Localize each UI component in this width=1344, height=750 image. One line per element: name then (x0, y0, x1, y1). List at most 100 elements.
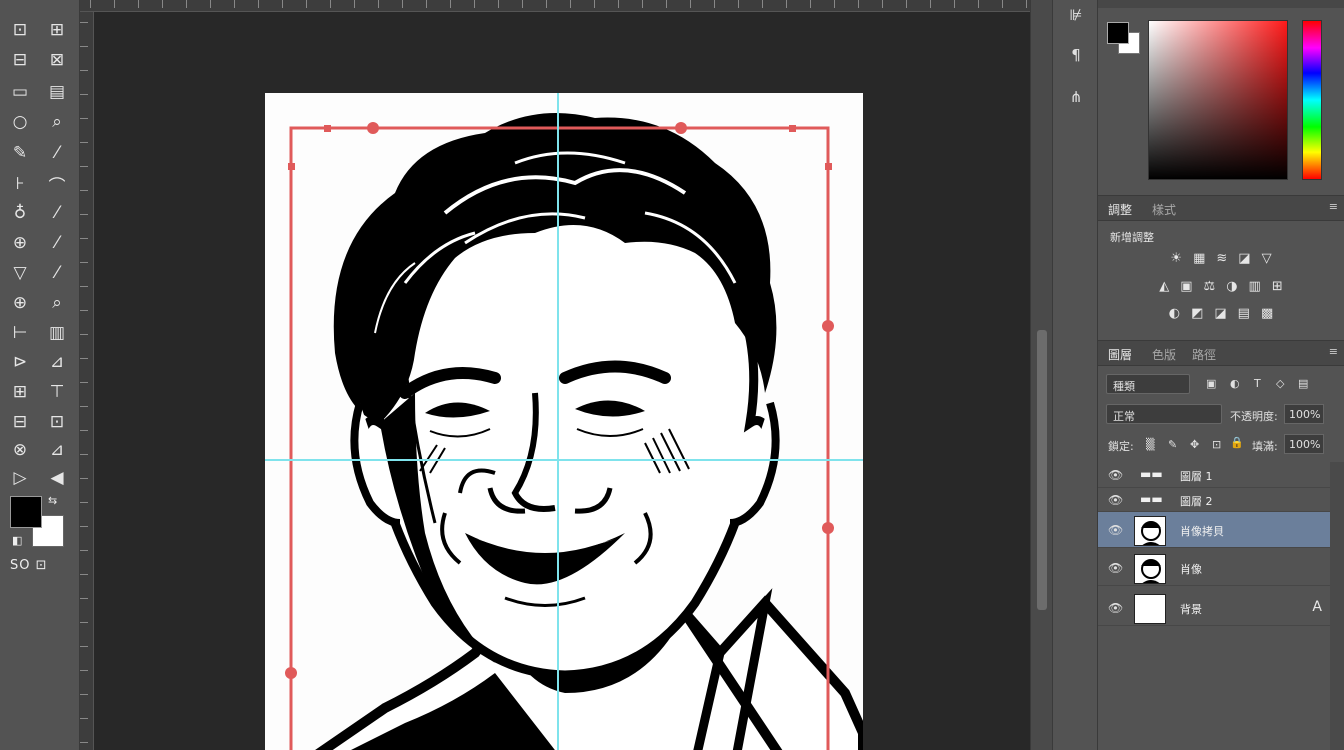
channel-mixer-icon[interactable]: ▥ (1249, 279, 1261, 294)
eyedropper-icon[interactable]: ✎ (5, 141, 35, 165)
selective-color-icon[interactable]: ▩ (1261, 306, 1273, 321)
hand-tool-icon[interactable]: ⊞ (5, 380, 35, 404)
type-tool-icon[interactable]: ▥ (42, 321, 72, 345)
default-colors-icon[interactable]: ◧ (12, 534, 22, 547)
brush-settings-icon[interactable]: ⋔ (1060, 82, 1092, 112)
quick-mask-icon[interactable]: ◀ (42, 466, 72, 490)
quick-select-icon[interactable]: ⌕ (42, 110, 72, 134)
tab-adjustments[interactable]: 調整 (1108, 201, 1132, 218)
color-lookup-icon[interactable]: ⊞ (1272, 279, 1283, 294)
lock-transparent-icon[interactable]: ▒ (1146, 438, 1154, 451)
move-tool-icon[interactable]: ⊡ (5, 18, 35, 42)
canvas-area[interactable] (95, 13, 1030, 750)
hue-slider[interactable] (1302, 20, 1322, 180)
invert-icon[interactable]: ◐ (1169, 306, 1180, 321)
layer-row[interactable]: 👁 肖像 (1098, 550, 1330, 586)
edit-toolbar-icon[interactable]: ▷ (5, 466, 35, 490)
filter-smart-object-icon[interactable]: ▤ (1298, 377, 1308, 390)
tab-paths[interactable]: 路徑 (1192, 346, 1216, 363)
horizontal-ruler (80, 0, 1030, 12)
opacity-input[interactable]: 100% (1284, 404, 1324, 424)
history-brush-icon[interactable]: ⊕ (5, 231, 35, 255)
filter-pixel-icon[interactable]: ▣ (1206, 377, 1216, 390)
layers-panel-menu-icon[interactable]: ≡ (1329, 345, 1338, 358)
lock-pixels-icon[interactable]: ✎ (1168, 438, 1177, 451)
patch-tool-icon[interactable]: ⊦ (5, 172, 35, 196)
eraser-tool-icon[interactable]: ⁄ (42, 231, 72, 255)
layer-row[interactable]: 👁 ▬▬ 圖層 2 (1098, 488, 1330, 512)
color-panel-foreground[interactable] (1107, 22, 1129, 44)
tab-layers[interactable]: 圖層 (1108, 346, 1132, 363)
ruler-tool-icon[interactable]: ⊿ (42, 438, 72, 462)
layer-row-selected[interactable]: 👁 肖像拷貝 (1098, 512, 1330, 548)
gradient-tool-icon[interactable]: ▽ (5, 261, 35, 285)
visibility-eye-icon[interactable]: 👁 (1108, 493, 1123, 507)
black-white-icon[interactable]: ⚖ (1204, 279, 1216, 294)
document-canvas[interactable] (265, 93, 863, 750)
crop-tool-icon[interactable]: ▤ (42, 80, 72, 104)
blur-tool-icon[interactable]: ⁄ (42, 261, 72, 285)
threshold-icon[interactable]: ◪ (1214, 306, 1226, 321)
clone-stamp-icon[interactable]: ♁ (5, 201, 35, 225)
lasso-tool-icon[interactable]: ⊠ (42, 48, 72, 72)
artboard-tool-icon[interactable]: ⊞ (42, 18, 72, 42)
vibrance-icon[interactable]: ▽ (1262, 251, 1272, 266)
filter-type-icon[interactable]: T (1254, 377, 1261, 390)
blend-mode-select[interactable]: 正常 (1106, 404, 1222, 424)
filter-adjustment-icon[interactable]: ◐ (1230, 377, 1240, 390)
ruler-tick (80, 670, 88, 671)
foreground-color-swatch[interactable] (10, 496, 42, 528)
layer-kind-filter[interactable]: 種類 (1106, 374, 1190, 394)
tab-channels[interactable]: 色版 (1152, 346, 1176, 363)
hue-saturation-icon[interactable]: ◭ (1159, 279, 1169, 294)
rect-marquee-icon[interactable]: ▭ (5, 80, 35, 104)
color-picker-field[interactable] (1148, 20, 1288, 180)
lock-all-icon[interactable]: 🔒 (1230, 436, 1244, 449)
visibility-eye-icon[interactable]: 👁 (1108, 523, 1123, 537)
visibility-eye-icon[interactable]: 👁 (1108, 601, 1123, 615)
paragraph-icon[interactable]: ¶ (1060, 40, 1092, 70)
color-balance-icon[interactable]: ▣ (1180, 279, 1192, 294)
layer-row[interactable]: 👁 背景 A (1098, 590, 1330, 626)
pen-tool-icon[interactable]: ⊢ (5, 321, 35, 345)
visibility-eye-icon[interactable]: 👁 (1108, 561, 1123, 575)
scrollbar-thumb[interactable] (1037, 330, 1047, 610)
fill-input[interactable]: 100% (1284, 434, 1324, 454)
screen-mode-icon[interactable]: SO ⊡ (10, 558, 48, 573)
lock-position-icon[interactable]: ✥ (1190, 438, 1199, 451)
panel-menu-icon[interactable]: ≡ (1329, 200, 1338, 213)
brush-tool-icon[interactable]: ⌒ (42, 172, 72, 197)
zoom-tool-icon[interactable]: ⊟ (5, 410, 35, 434)
layer-row[interactable]: 👁 ▬▬ 圖層 1 (1098, 460, 1330, 488)
tab-styles[interactable]: 樣式 (1152, 201, 1176, 218)
gradient-map-icon[interactable]: ▤ (1238, 306, 1250, 321)
swap-colors-icon[interactable]: ⇆ (48, 494, 57, 507)
photo-filter-icon[interactable]: ◑ (1226, 279, 1237, 294)
posterize-icon[interactable]: ◩ (1191, 306, 1203, 321)
ruler-tick (80, 358, 88, 359)
path-select-icon[interactable]: ⊳ (5, 350, 35, 374)
shape-tool-icon[interactable]: ⊿ (42, 350, 72, 374)
vertical-ruler (80, 12, 94, 750)
lock-artboard-icon[interactable]: ⊡ (1212, 438, 1221, 451)
pencil-tool-icon[interactable]: ⁄ (42, 201, 72, 225)
layers-scrollbar[interactable] (1330, 462, 1344, 750)
canvas-vertical-scrollbar[interactable] (1030, 0, 1052, 750)
note-tool-icon[interactable]: ⊡ (42, 410, 72, 434)
curves-icon[interactable]: ≋ (1216, 251, 1227, 266)
ellipse-tool-icon[interactable]: ○ (5, 110, 35, 134)
visibility-eye-icon[interactable]: 👁 (1108, 468, 1123, 482)
count-tool-icon[interactable]: ⊗ (5, 438, 35, 462)
brightness-icon[interactable]: ☀ (1170, 251, 1182, 266)
histogram-icon[interactable]: ⊯ (1060, 0, 1092, 30)
exposure-icon[interactable]: ◪ (1238, 251, 1250, 266)
sponge-tool-icon[interactable]: ⌕ (42, 291, 72, 315)
filter-shape-icon[interactable]: ◇ (1276, 377, 1284, 390)
rotate-view-icon[interactable]: ⊤ (42, 380, 72, 404)
opacity-label: 不透明度: (1230, 410, 1278, 423)
dodge-tool-icon[interactable]: ⊕ (5, 291, 35, 315)
ruler-tick (80, 22, 88, 23)
levels-icon[interactable]: ▦ (1193, 251, 1205, 266)
marquee-tool-icon[interactable]: ⊟ (5, 48, 35, 72)
healing-brush-icon[interactable]: ⁄ (42, 141, 72, 165)
